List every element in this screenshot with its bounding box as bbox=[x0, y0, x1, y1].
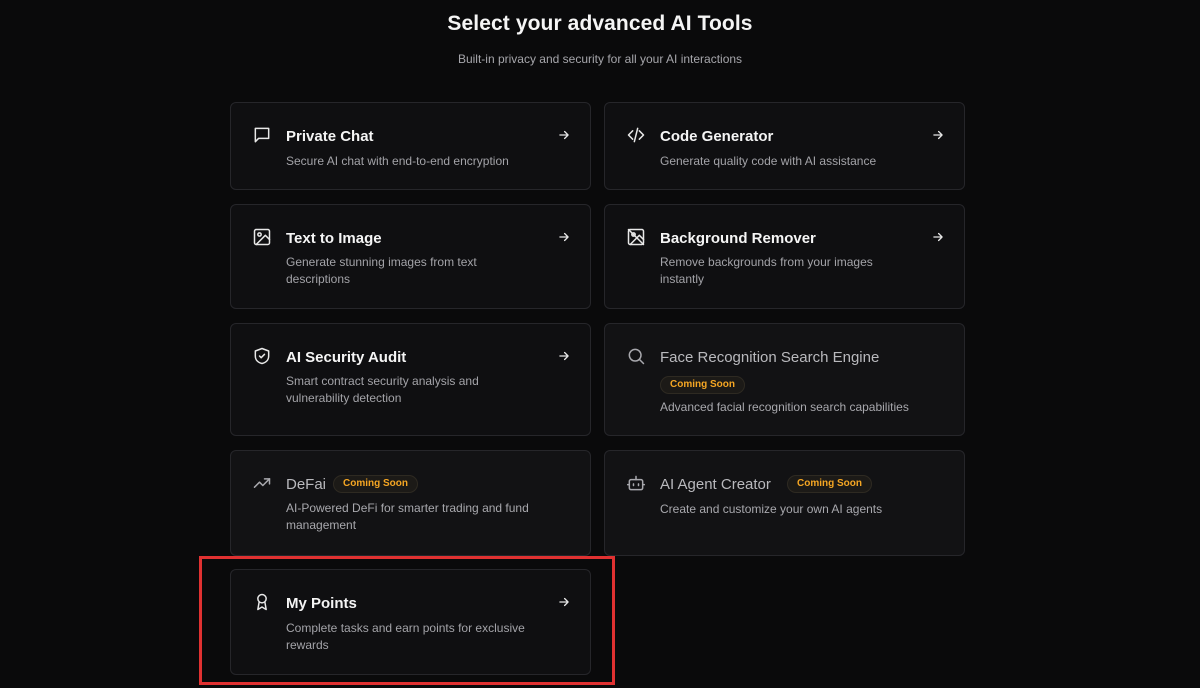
page-title: Select your advanced AI Tools bbox=[447, 12, 753, 35]
coming-soon-badge: Coming Soon bbox=[333, 475, 418, 493]
image-off-icon bbox=[626, 227, 646, 247]
tool-description: Remove backgrounds from your images inst… bbox=[660, 255, 873, 286]
tool-name: AI Agent Creator bbox=[660, 476, 771, 493]
arrow-right-icon bbox=[931, 230, 945, 244]
tool-description: Smart contract security analysis and vul… bbox=[286, 374, 479, 405]
arrow-right-icon bbox=[557, 230, 571, 244]
search-icon bbox=[626, 346, 646, 366]
arrow-right-icon bbox=[931, 128, 945, 142]
tool-description: Generate stunning images from text descr… bbox=[286, 255, 477, 286]
tool-description: Create and customize your own AI agents bbox=[660, 502, 883, 516]
coming-soon-badge: Coming Soon bbox=[787, 475, 872, 493]
tool-description: Secure AI chat with end-to-end encryptio… bbox=[286, 154, 509, 168]
tool-description: Generate quality code with AI assistance bbox=[660, 154, 877, 168]
tool-name: Text to Image bbox=[286, 230, 382, 247]
image-icon bbox=[252, 227, 272, 247]
chat-icon bbox=[252, 125, 272, 145]
tool-card-face-recognition: Face Recognition Search Engine Coming So… bbox=[604, 323, 965, 436]
tool-name: Code Generator bbox=[660, 128, 774, 145]
tool-description: Advanced facial recognition search capab… bbox=[660, 400, 909, 414]
tool-name: Face Recognition Search Engine bbox=[660, 349, 880, 366]
highlight-box bbox=[199, 556, 615, 685]
bot-icon bbox=[626, 473, 646, 493]
arrow-right-icon bbox=[557, 128, 571, 142]
coming-soon-badge: Coming Soon bbox=[660, 376, 745, 394]
tool-card-code-generator[interactable]: Code Generator Generate quality code wit… bbox=[604, 102, 965, 190]
tool-description: AI-Powered DeFi for smarter trading and … bbox=[286, 501, 529, 532]
tool-card-text-to-image[interactable]: Text to Image Generate stunning images f… bbox=[230, 204, 591, 309]
tool-name: AI Security Audit bbox=[286, 349, 407, 366]
trending-up-icon bbox=[252, 473, 272, 493]
code-icon bbox=[626, 125, 646, 145]
tool-name: DeFai bbox=[286, 476, 327, 493]
tool-card-background-remover[interactable]: Background Remover Remove backgrounds fr… bbox=[604, 204, 965, 309]
tool-card-ai-security-audit[interactable]: AI Security Audit Smart contract securit… bbox=[230, 323, 591, 436]
arrow-right-icon bbox=[557, 349, 571, 363]
tool-card-private-chat[interactable]: Private Chat Secure AI chat with end-to-… bbox=[230, 102, 591, 190]
tool-card-ai-agent-creator: AI Agent Creator Coming Soon Create and … bbox=[604, 450, 965, 556]
tool-name: Background Remover bbox=[660, 230, 816, 247]
tool-name: Private Chat bbox=[286, 128, 374, 145]
page-subtitle: Built-in privacy and security for all yo… bbox=[457, 52, 743, 66]
shield-check-icon bbox=[252, 346, 272, 366]
tool-card-defai: DeFai Coming Soon AI-Powered DeFi for sm… bbox=[230, 450, 591, 556]
